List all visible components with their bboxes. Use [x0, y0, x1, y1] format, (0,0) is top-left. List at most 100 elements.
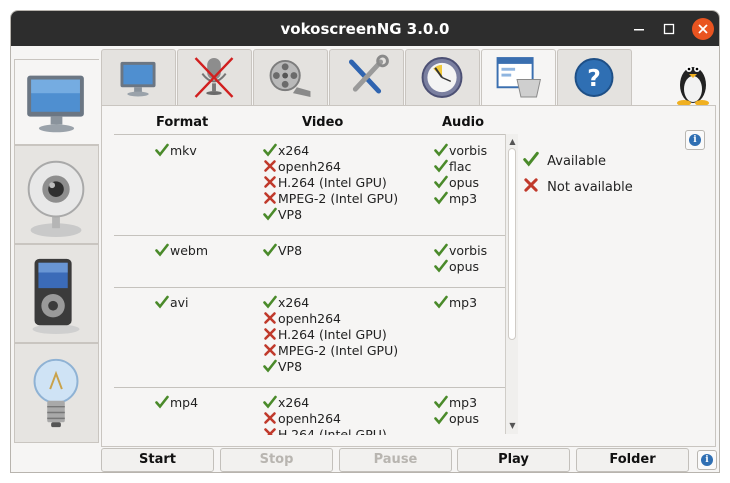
film-reel-icon	[269, 59, 311, 97]
monitor-icon	[27, 75, 84, 133]
checkmark-icon	[434, 395, 448, 409]
video-codec-item: x264	[263, 295, 309, 311]
tab-video-codec[interactable]	[253, 49, 328, 105]
column-header-format: Format	[156, 115, 209, 130]
pause-button[interactable]: Pause	[339, 448, 452, 472]
video-codec-item: x264	[263, 395, 309, 411]
folder-button[interactable]: Folder	[576, 448, 689, 472]
cross-icon	[264, 192, 276, 204]
video-codec-item: openh264	[263, 159, 341, 175]
video-codec-label: VP8	[278, 243, 303, 258]
audio-codec-label: opus	[449, 175, 480, 190]
audio-codec-label: opus	[449, 259, 480, 274]
checkmark-icon	[263, 143, 277, 157]
video-codec-label: x264	[278, 295, 310, 310]
video-codec-label: VP8	[278, 359, 303, 374]
format-group-avi: avi x264 openh264 H.264 (Intel GPU) MPEG-2 (…	[114, 287, 505, 388]
video-codec-label: x264	[278, 395, 310, 410]
tab-timer[interactable]	[405, 49, 480, 105]
video-codec-item: H.264 (Intel GPU)	[263, 327, 387, 343]
video-codec-label: openh264	[278, 311, 341, 326]
side-tab-webcam[interactable]	[14, 145, 99, 244]
audio-codec-label: mp3	[449, 295, 478, 310]
format-group-mp4: mp4x264openh264H.264 (Intel GPU)MPEG-2 (…	[114, 387, 505, 435]
audio-codec-item: vorbis	[434, 243, 487, 259]
audio-codec-item: opus	[434, 411, 479, 427]
format-group-webm: webm VP8 vorbis opus	[114, 235, 505, 288]
checkmark-icon	[434, 191, 448, 205]
video-codec-item: x264	[263, 143, 309, 159]
legend-not-available-label: Not available	[547, 180, 633, 195]
tab-audio[interactable]	[177, 49, 252, 105]
column-header-audio: Audio	[442, 115, 485, 130]
checkmark-icon	[263, 295, 277, 309]
video-codec-label: H.264 (Intel GPU)	[278, 327, 387, 342]
info-icon: i	[701, 454, 713, 466]
video-codec-item: H.264 (Intel GPU)	[263, 427, 387, 435]
audio-codec-item: flac	[434, 159, 471, 175]
play-button[interactable]: Play	[457, 448, 570, 472]
cross-icon	[264, 176, 276, 188]
audio-codec-item: mp3	[434, 395, 477, 411]
checkmark-icon	[263, 243, 277, 257]
checkmark-icon	[434, 411, 448, 425]
audio-codec-label: mp3	[449, 395, 478, 410]
close-icon[interactable]	[692, 18, 714, 40]
audio-codec-item: mp3	[434, 295, 477, 311]
format-item: avi	[155, 295, 189, 311]
tab-screen[interactable]	[101, 49, 176, 105]
scroll-down-icon[interactable]: ▼	[507, 420, 518, 431]
checkmark-icon	[434, 295, 448, 309]
vertical-scrollbar[interactable]: ▲ ▼	[505, 134, 518, 434]
cross-icon	[524, 178, 538, 192]
formats-panel: Format Video Audio mkv x264 openh264 H.264 …	[101, 105, 716, 447]
cross-icon	[264, 328, 276, 340]
format-label: webm	[170, 243, 209, 258]
side-tab-player[interactable]	[14, 244, 99, 343]
checkmark-icon	[434, 259, 448, 273]
checkmark-icon	[155, 243, 169, 257]
checkmark-icon	[155, 143, 169, 157]
side-tab-tips[interactable]	[14, 343, 99, 443]
stop-button[interactable]: Stop	[220, 448, 333, 472]
bottom-info-button[interactable]: i	[697, 450, 717, 470]
cross-icon	[264, 428, 276, 435]
minimize-icon[interactable]	[629, 19, 649, 39]
formats-list[interactable]: mkv x264 openh264 H.264 (Intel GPU) MPEG-2 (…	[114, 134, 505, 435]
tab-settings[interactable]	[329, 49, 404, 105]
media-player-icon	[32, 258, 80, 335]
format-label: mkv	[170, 143, 197, 158]
tab-available-formats[interactable]	[481, 49, 556, 107]
audio-codec-item: opus	[434, 175, 479, 191]
video-codec-label: openh264	[278, 411, 341, 426]
video-codec-label: MPEG-2 (Intel GPU)	[278, 343, 399, 358]
checkmark-icon	[434, 175, 448, 189]
checkmark-icon	[434, 143, 448, 157]
scroll-up-icon[interactable]: ▲	[507, 136, 518, 147]
maximize-icon[interactable]	[659, 19, 679, 39]
window-settings-icon	[496, 57, 542, 98]
checkmark-icon	[155, 395, 169, 409]
title-bar[interactable]: vokoscreenNG 3.0.0	[11, 11, 719, 46]
format-item: webm	[155, 243, 208, 259]
video-codec-item: MPEG-2 (Intel GPU)	[263, 343, 398, 359]
legend-available: Available	[523, 151, 606, 169]
audio-codec-label: vorbis	[449, 143, 488, 158]
video-codec-label: H.264 (Intel GPU)	[278, 427, 387, 435]
video-codec-label: x264	[278, 143, 310, 158]
audio-codec-label: flac	[449, 159, 472, 174]
video-codec-label: MPEG-2 (Intel GPU)	[278, 191, 399, 206]
info-button[interactable]: i	[685, 130, 705, 150]
start-button[interactable]: Start	[101, 448, 214, 472]
side-tab-screen[interactable]	[14, 59, 99, 145]
scroll-thumb[interactable]	[508, 148, 516, 340]
video-codec-label: VP8	[278, 207, 303, 222]
format-item: mkv	[155, 143, 197, 159]
cross-icon	[264, 160, 276, 172]
checkmark-icon	[523, 151, 539, 167]
format-label: avi	[170, 295, 189, 310]
audio-codec-item: opus	[434, 259, 479, 275]
tab-help[interactable]: ?	[557, 49, 632, 105]
video-codec-item: VP8	[263, 359, 302, 375]
checkmark-icon	[263, 359, 277, 373]
